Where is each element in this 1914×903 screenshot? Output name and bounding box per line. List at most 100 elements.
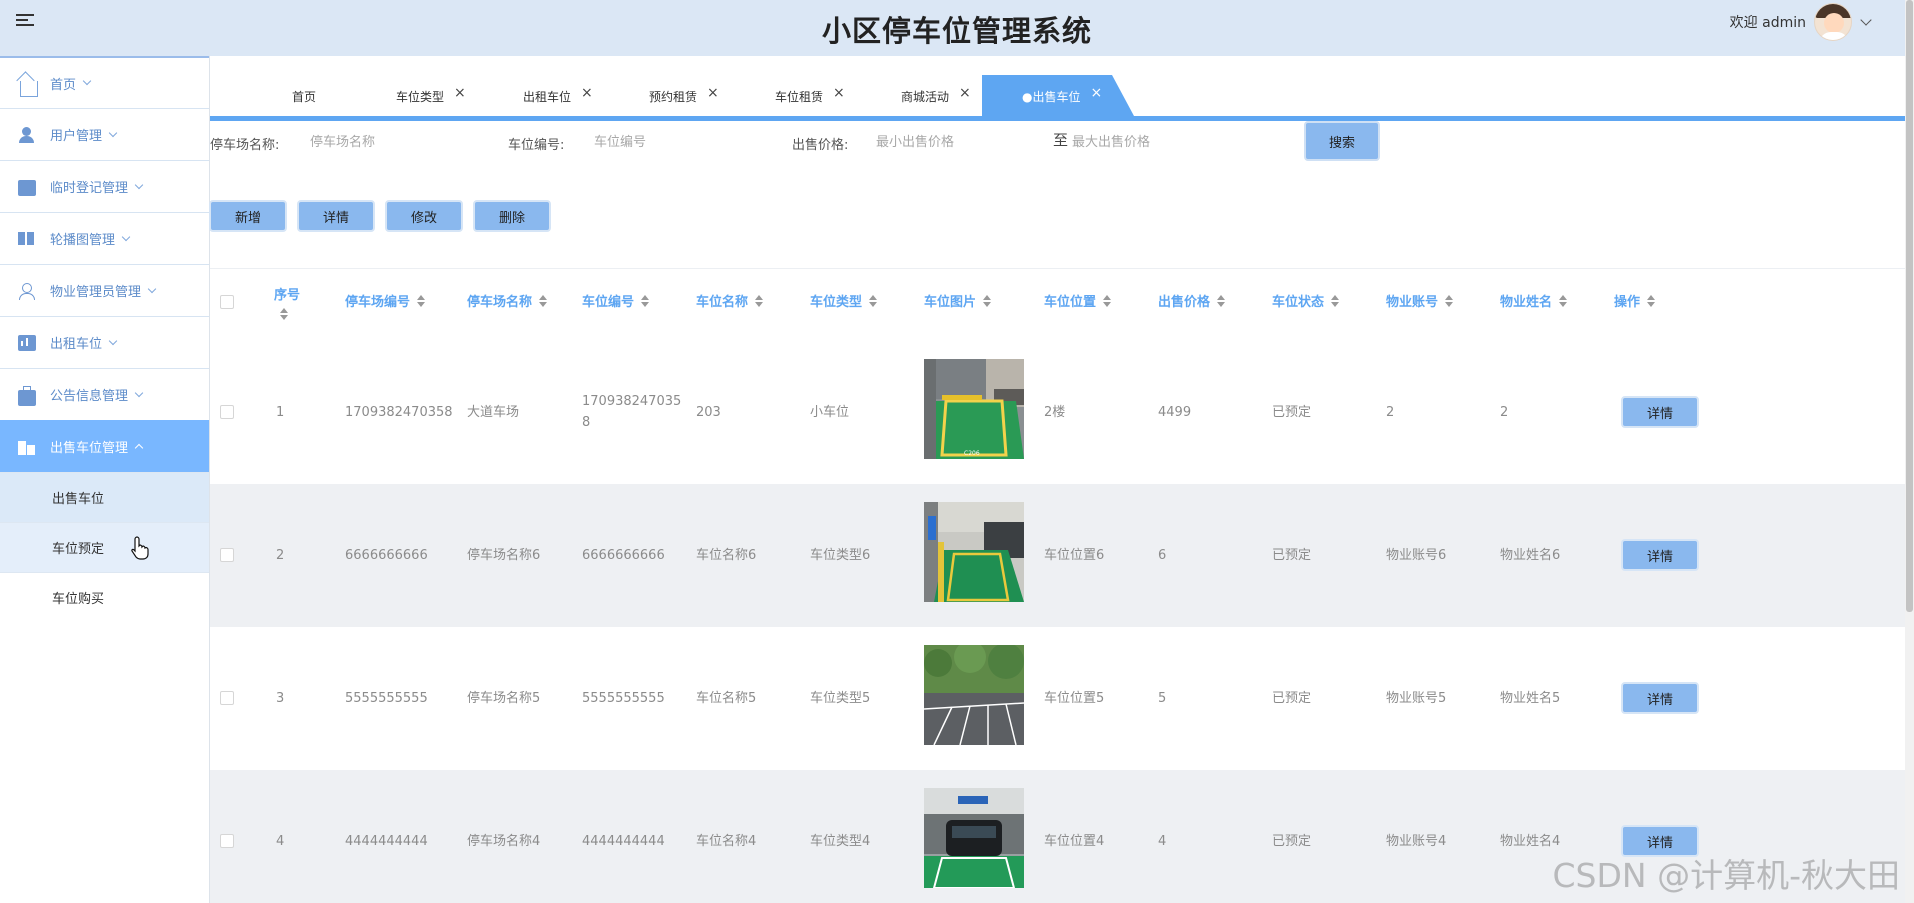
min-price-input[interactable] <box>876 127 1036 157</box>
sidebar-item-label: 物业管理员管理 <box>50 285 142 300</box>
column-header[interactable]: 物业账号 <box>1386 291 1454 310</box>
space-image[interactable] <box>924 788 1024 888</box>
close-icon[interactable]: × <box>581 85 593 101</box>
sort-icon[interactable] <box>869 294 878 307</box>
sort-icon[interactable] <box>983 294 992 307</box>
table-row[interactable]: 1 1709382470358 大道车场 170938247035 8 203 小… <box>210 341 1905 484</box>
column-header[interactable]: 车位图片 <box>924 291 992 310</box>
tab-space-types[interactable]: 车位类型 × <box>396 85 466 105</box>
space-no-input[interactable] <box>594 127 774 157</box>
sort-icon[interactable] <box>1331 294 1340 307</box>
sort-icon[interactable] <box>1445 294 1454 307</box>
tab-label: 车位类型 <box>396 90 445 104</box>
row-checkbox[interactable] <box>220 834 234 848</box>
chevron-down-icon[interactable] <box>1860 14 1872 26</box>
column-header[interactable]: 车位编号 <box>582 291 650 310</box>
close-icon[interactable]: × <box>1090 85 1102 101</box>
tab-home[interactable]: 首页 <box>292 88 316 105</box>
column-header[interactable]: 停车场编号 <box>345 291 426 310</box>
edit-button[interactable]: 修改 <box>385 200 463 232</box>
column-header[interactable]: 车位状态 <box>1272 291 1340 310</box>
book-icon <box>18 231 36 247</box>
column-header-label: 车位编号 <box>582 295 635 310</box>
chart-icon <box>18 334 36 351</box>
home-icon <box>20 81 38 97</box>
row-checkbox[interactable] <box>220 691 234 705</box>
sidebar-item-home[interactable]: 首页 <box>0 56 209 108</box>
welcome-text: 欢迎 admin <box>1729 15 1806 31</box>
user-menu[interactable]: 欢迎 admin <box>1729 2 1872 42</box>
sidebar-item-users[interactable]: 用户管理 <box>0 108 209 160</box>
person-icon <box>18 282 36 300</box>
space-image[interactable]: C206 <box>924 359 1024 459</box>
table-row[interactable]: 2 6666666666 停车场名称6 6666666666 车位名称6 车位类… <box>210 484 1905 627</box>
sidebar-item-announcements[interactable]: 公告信息管理 <box>0 368 209 420</box>
search-button[interactable]: 搜索 <box>1304 121 1380 161</box>
tab-space-rental[interactable]: 车位租赁 × <box>775 85 845 105</box>
column-header[interactable]: 停车场名称 <box>467 291 548 310</box>
sidebar-item-carousel[interactable]: 轮播图管理 <box>0 212 209 264</box>
column-header-label: 序号 <box>274 288 301 303</box>
sort-icon[interactable] <box>1647 294 1656 307</box>
sidebar-subitem-sale-spaces[interactable]: 出售车位 <box>0 472 209 522</box>
sort-icon[interactable] <box>1559 294 1568 307</box>
scrollbar-thumb[interactable] <box>1906 0 1913 612</box>
sort-icon[interactable] <box>280 308 288 320</box>
column-header[interactable]: 车位位置 <box>1044 291 1112 310</box>
row-detail-button[interactable]: 详情 <box>1621 396 1699 428</box>
space-image[interactable] <box>924 502 1024 602</box>
parking-name-input[interactable] <box>310 127 490 157</box>
tab-sale-spaces[interactable]: ●出售车位 × <box>982 75 1134 116</box>
close-icon[interactable]: × <box>959 85 971 101</box>
space-image[interactable] <box>924 645 1024 745</box>
cell-space-type: 小车位 <box>810 405 850 420</box>
avatar[interactable] <box>1814 3 1852 41</box>
table-row[interactable]: 3 5555555555 停车场名称5 5555555555 车位名称5 车位类… <box>210 627 1905 770</box>
cell-space-name: 车位名称6 <box>696 548 757 563</box>
column-header[interactable]: 操作 <box>1614 291 1656 310</box>
sidebar-item-sale-spaces[interactable]: 出售车位管理 <box>0 420 209 472</box>
select-all-checkbox[interactable] <box>220 295 234 309</box>
sidebar: 首页 用户管理 临时登记管理 轮播图管理 物业管理员管理 出租车位 公告信息管理… <box>0 56 210 903</box>
sort-icon[interactable] <box>1103 294 1112 307</box>
add-button[interactable]: 新增 <box>209 200 287 232</box>
cell-lot-no: 1709382470358 <box>345 405 453 420</box>
close-icon[interactable]: × <box>707 85 719 101</box>
column-header[interactable]: 序号 <box>274 284 300 320</box>
column-header[interactable]: 车位类型 <box>810 291 878 310</box>
detail-button[interactable]: 详情 <box>297 200 375 232</box>
tab-rental-spaces[interactable]: 出租车位 × <box>523 85 593 105</box>
tab-label: 首页 <box>292 90 317 104</box>
row-detail-button[interactable]: 详情 <box>1621 682 1699 714</box>
top-bar: 小区停车位管理系统 欢迎 admin <box>0 0 1914 56</box>
sort-icon[interactable] <box>417 294 426 307</box>
close-icon[interactable]: × <box>454 85 466 101</box>
tab-mall-activity[interactable]: 商城活动 × <box>901 85 971 105</box>
tab-label: 出租车位 <box>523 90 572 104</box>
cell-index: 1 <box>276 405 285 420</box>
sidebar-item-property-admins[interactable]: 物业管理员管理 <box>0 264 209 316</box>
to-label: 至 <box>1053 131 1069 149</box>
sidebar-item-label: 出售车位管理 <box>50 441 129 456</box>
column-header[interactable]: 车位名称 <box>696 291 764 310</box>
building-icon <box>18 439 36 455</box>
sidebar-subitem-reservation[interactable]: 车位预定 <box>0 522 209 572</box>
sort-icon[interactable] <box>755 294 764 307</box>
column-header[interactable]: 出售价格 <box>1158 291 1226 310</box>
max-price-input[interactable] <box>1072 127 1252 157</box>
sidebar-item-rental-spaces[interactable]: 出租车位 <box>0 316 209 368</box>
tab-reserve-rental[interactable]: 预约租赁 × <box>649 85 719 105</box>
sidebar-subitem-purchase[interactable]: 车位购买 <box>0 572 209 622</box>
sort-icon[interactable] <box>539 294 548 307</box>
row-detail-button[interactable]: 详情 <box>1621 539 1699 571</box>
cell-space-type: 车位类型4 <box>810 834 871 849</box>
close-icon[interactable]: × <box>833 85 845 101</box>
sidebar-item-temp-registration[interactable]: 临时登记管理 <box>0 160 209 212</box>
row-checkbox[interactable] <box>220 548 234 562</box>
delete-button[interactable]: 删除 <box>473 200 551 232</box>
sort-icon[interactable] <box>1217 294 1226 307</box>
row-checkbox[interactable] <box>220 405 234 419</box>
cell-lot-no: 5555555555 <box>345 691 428 706</box>
column-header[interactable]: 物业姓名 <box>1500 291 1568 310</box>
sort-icon[interactable] <box>641 294 650 307</box>
